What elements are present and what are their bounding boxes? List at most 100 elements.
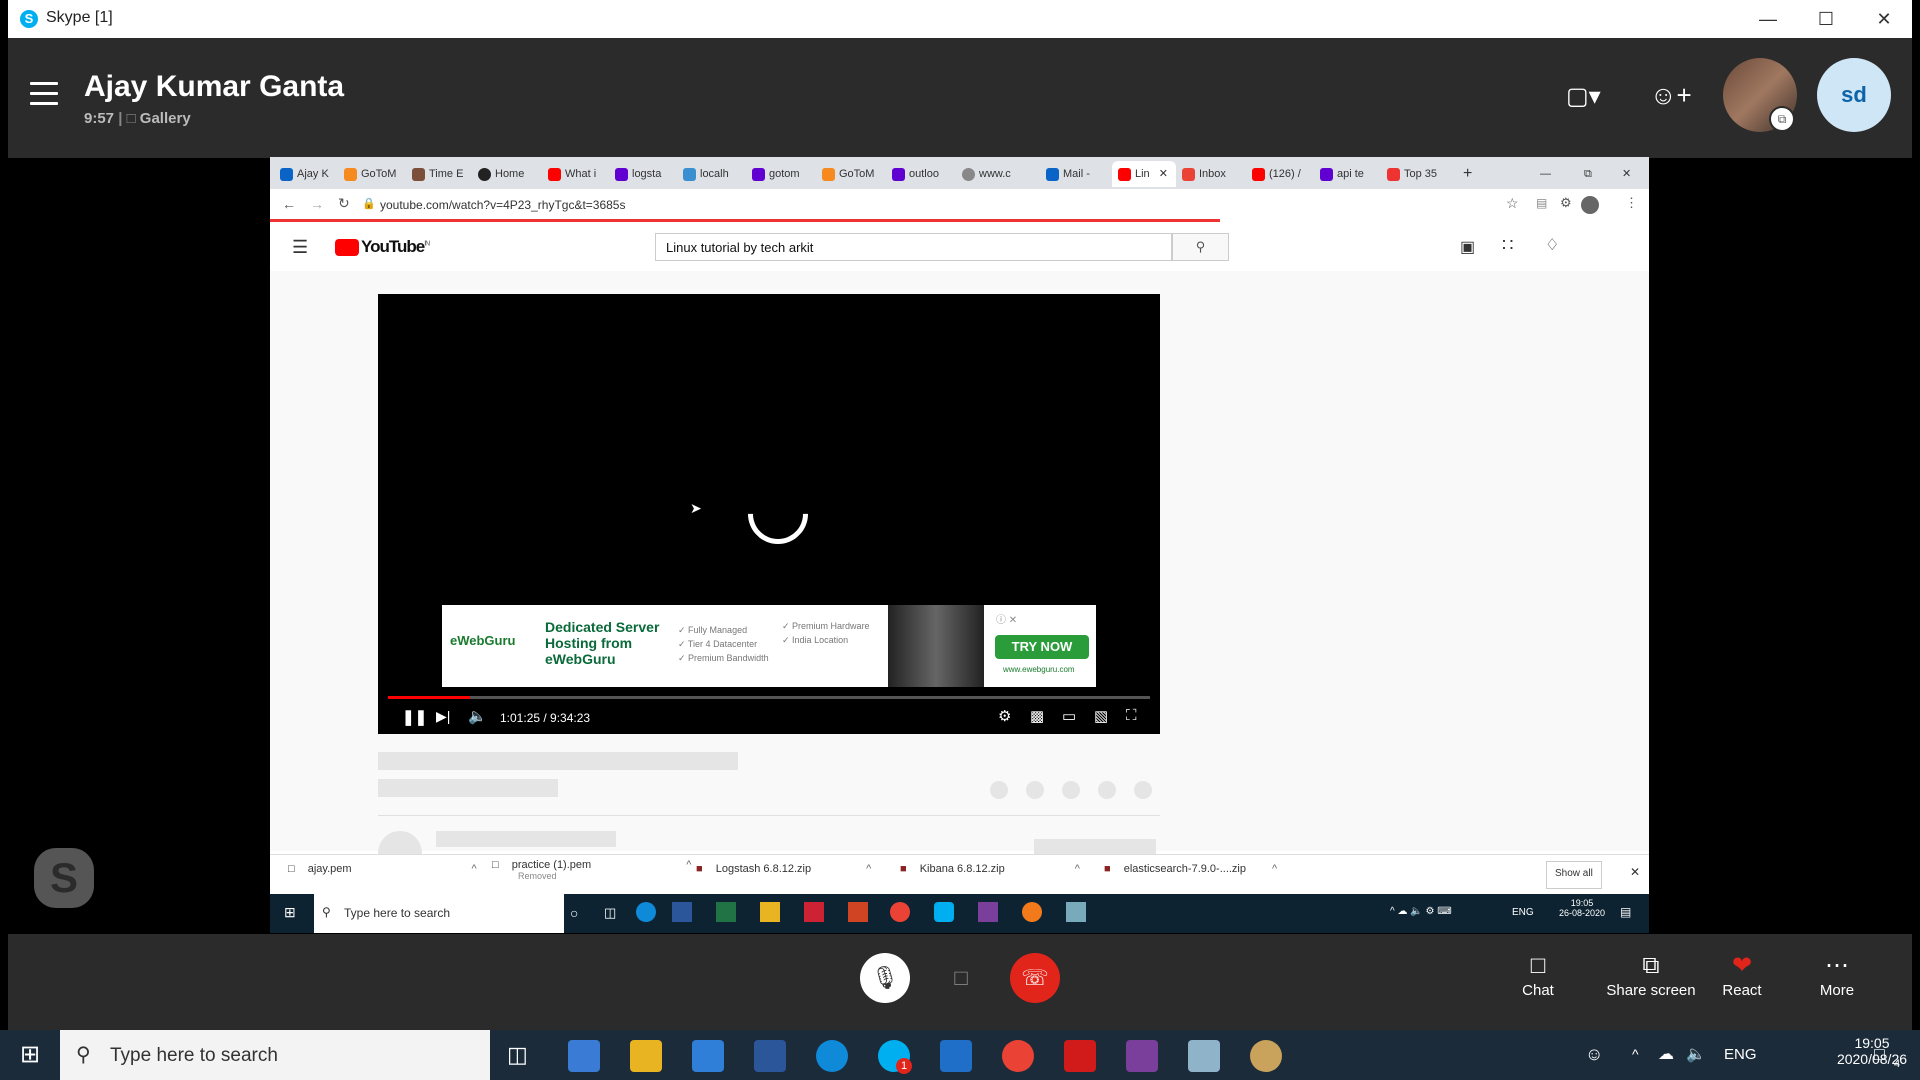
browser-menu-icon[interactable]: ⋮	[1625, 195, 1638, 211]
more-button[interactable]: ⋯ More	[1792, 950, 1882, 999]
microphone-button[interactable]: 🎙	[860, 953, 910, 1003]
word-icon[interactable]	[754, 1040, 786, 1072]
show-all-button[interactable]: Show all	[1546, 861, 1602, 889]
mail-icon[interactable]	[692, 1040, 724, 1072]
browser-tab[interactable]: GoToM	[822, 161, 884, 187]
clock[interactable]: 19:05 26-08-2020	[1552, 898, 1612, 918]
app-icon[interactable]	[1188, 1040, 1220, 1072]
browser-tab[interactable]: localh	[683, 161, 745, 187]
self-avatar[interactable]: sd	[1817, 58, 1891, 132]
store-icon[interactable]	[568, 1040, 600, 1072]
download-item[interactable]: ■ Logstash 6.8.12.zip ^	[696, 863, 871, 889]
reader-icon[interactable]: ▤	[1536, 196, 1547, 210]
notification-icon[interactable]: ▤	[1620, 905, 1631, 919]
acrobat-icon[interactable]	[1064, 1040, 1096, 1072]
task-view-icon[interactable]: ◫	[604, 905, 616, 921]
browser-minimize-button[interactable]: —	[1540, 161, 1556, 187]
word-icon[interactable]	[672, 902, 692, 922]
app-icon[interactable]	[1066, 902, 1086, 922]
powerpoint-icon[interactable]	[848, 902, 868, 922]
onedrive-icon[interactable]: ☁	[1658, 1044, 1674, 1064]
theater-mode-icon[interactable]: ▭	[1062, 707, 1076, 725]
menu-icon[interactable]	[30, 82, 58, 106]
youtube-search-input[interactable]: Linux tutorial by tech arkit	[655, 233, 1172, 261]
taskbar-clock[interactable]: 19:05 2020/08/26	[1822, 1035, 1920, 1067]
language-indicator[interactable]: ENG	[1724, 1046, 1757, 1063]
reload-icon[interactable]: ↻	[338, 195, 350, 212]
app-icon[interactable]	[1022, 902, 1042, 922]
apps-grid-icon[interactable]: ∷	[1502, 235, 1513, 256]
browser-tab[interactable]: Ajay K	[280, 161, 338, 187]
volume-icon[interactable]: 🔈	[468, 707, 487, 725]
browser-tab[interactable]: GoToM	[344, 161, 406, 187]
browser-tab[interactable]: api te	[1320, 161, 1382, 187]
app-icon[interactable]	[1126, 1040, 1158, 1072]
close-tab-icon[interactable]: ✕	[1159, 168, 1168, 180]
file-explorer-icon[interactable]	[630, 1040, 662, 1072]
extensions-icon[interactable]: ⚙	[1560, 195, 1572, 211]
browser-tab[interactable]: Mail -	[1046, 161, 1108, 187]
cast-icon[interactable]: ▧	[1094, 707, 1108, 725]
browser-tab[interactable]: What i	[548, 161, 608, 187]
chevron-up-icon[interactable]: ^	[1272, 863, 1277, 875]
volume-icon[interactable]: 🔈	[1686, 1044, 1706, 1064]
edge-icon[interactable]	[636, 902, 656, 922]
browser-tab-active[interactable]: Lin ✕	[1112, 161, 1176, 187]
browser-tab[interactable]: gotom	[752, 161, 814, 187]
mcafee-icon[interactable]	[804, 902, 824, 922]
browser-tab[interactable]: Home	[478, 161, 542, 187]
chevron-up-icon[interactable]: ^	[472, 863, 477, 875]
browser-tab[interactable]: Inbox	[1182, 161, 1244, 187]
miniplayer-icon[interactable]: ▩	[1030, 707, 1044, 725]
view-mode[interactable]: Gallery	[140, 110, 191, 127]
settings-gear-icon[interactable]: ⚙	[998, 707, 1011, 725]
browser-tab[interactable]: www.c	[962, 161, 1022, 187]
next-icon[interactable]: ▶|	[436, 708, 450, 725]
download-item[interactable]: □ ajay.pem ^	[288, 863, 477, 889]
browser-close-button[interactable]: ✕	[1622, 161, 1638, 187]
paint-icon[interactable]	[1250, 1040, 1282, 1072]
tray-chevron-icon[interactable]: ^	[1632, 1046, 1639, 1062]
excel-icon[interactable]	[716, 902, 736, 922]
yt-menu-icon[interactable]: ☰	[292, 237, 308, 258]
back-icon[interactable]: ←	[282, 196, 296, 212]
edge-icon[interactable]	[816, 1040, 848, 1072]
task-view-icon[interactable]: ◫	[507, 1042, 528, 1068]
search-icon[interactable]: ⚲	[1172, 233, 1229, 261]
download-item[interactable]: □ practice (1).pem ^ Removed	[492, 859, 691, 885]
chevron-up-icon[interactable]: ^	[686, 859, 691, 871]
maximize-button[interactable]: ☐	[1806, 6, 1846, 32]
pause-icon[interactable]: ❚❚	[402, 708, 427, 726]
create-video-icon[interactable]: ▣	[1460, 237, 1475, 257]
browser-tab[interactable]: (126) /	[1252, 161, 1314, 187]
start-button[interactable]: ⊞	[0, 1030, 60, 1080]
chat-button[interactable]: □ Chat	[1493, 950, 1583, 999]
download-item[interactable]: ■ Kibana 6.8.12.zip ^	[900, 863, 1080, 889]
chevron-up-icon[interactable]: ^	[866, 863, 871, 875]
browser-tab[interactable]: Top 35	[1387, 161, 1449, 187]
language-indicator[interactable]: ENG	[1512, 907, 1534, 918]
video-progress-track[interactable]	[388, 696, 1150, 699]
chrome-icon[interactable]	[1002, 1040, 1034, 1072]
youtube-logo[interactable]: YouTubeIN	[335, 237, 430, 257]
profile-avatar[interactable]	[1581, 196, 1599, 214]
notification-center-icon[interactable]: □	[1874, 1044, 1885, 1065]
star-icon[interactable]: ☆	[1506, 195, 1519, 212]
file-explorer-icon[interactable]	[760, 902, 780, 922]
layout-switch-icon[interactable]: ▢▾	[1566, 82, 1606, 110]
react-button[interactable]: ❤ React	[1697, 950, 1787, 999]
video-ad-banner[interactable]: eWebGuru Dedicated Server Hosting from e…	[442, 605, 1096, 687]
video-app-icon[interactable]	[940, 1040, 972, 1072]
video-player[interactable]: ➤ eWebGuru Dedicated Server Hosting from…	[378, 294, 1160, 734]
end-call-button[interactable]: ☏	[1010, 953, 1060, 1003]
app-icon[interactable]	[978, 902, 998, 922]
add-person-icon[interactable]: ☺+	[1650, 80, 1692, 111]
url-field[interactable]: youtube.com/watch?v=4P23_rhyTgc&t=3685s	[380, 198, 625, 212]
ad-cta-button[interactable]: TRY NOW	[995, 635, 1089, 659]
close-downloads-icon[interactable]: ✕	[1630, 865, 1640, 891]
skype-icon[interactable]	[934, 902, 954, 922]
ad-close-icon[interactable]: ⓘ ✕	[996, 611, 1017, 626]
close-button[interactable]: ✕	[1864, 6, 1904, 32]
share-screen-button[interactable]: ⧉ Share screen	[1596, 950, 1706, 999]
download-item[interactable]: ■ elasticsearch-7.9.0-....zip ^	[1104, 863, 1277, 889]
